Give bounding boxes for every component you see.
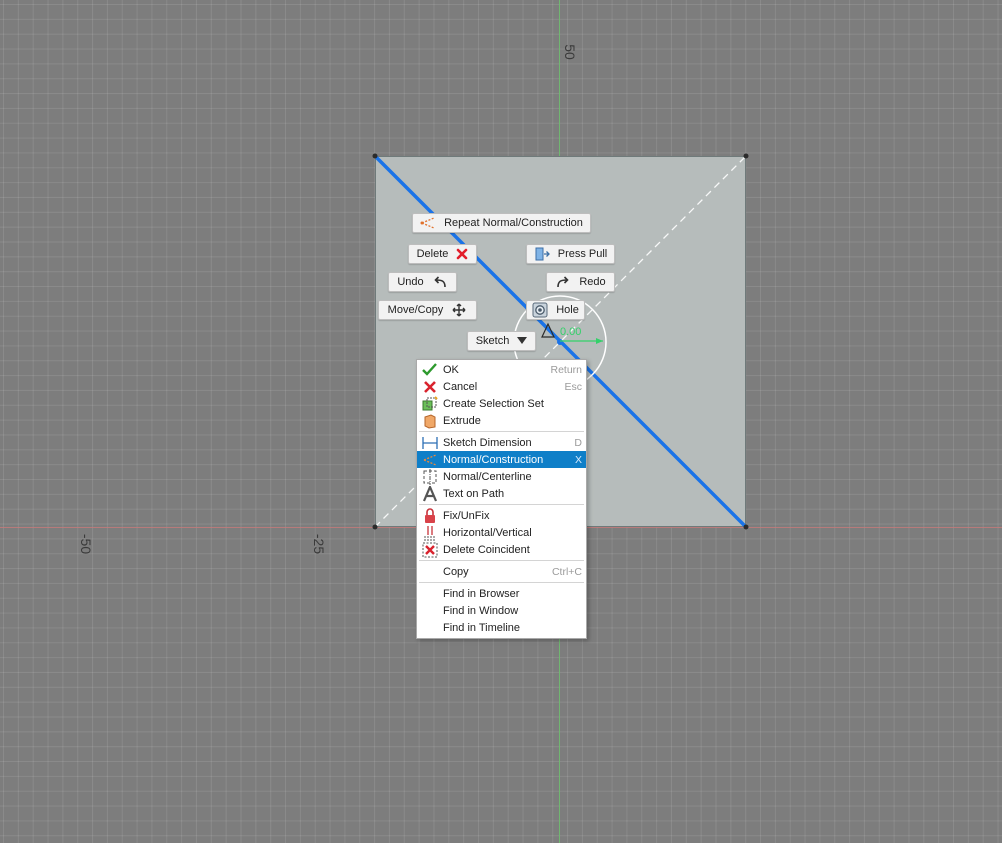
lock-icon	[421, 507, 438, 524]
selection-set-icon	[421, 395, 438, 412]
menu-item-label: Sketch Dimension	[443, 436, 532, 449]
redo-button[interactable]: Redo	[546, 272, 615, 292]
delete-x-icon	[456, 246, 468, 262]
press-pull-button[interactable]: Press Pull	[526, 244, 615, 264]
extrude-icon	[421, 412, 438, 429]
press-pull-icon	[534, 246, 550, 262]
undo-label: Undo	[397, 276, 424, 288]
menu-item-create-selection-set[interactable]: Create Selection Set	[417, 395, 586, 412]
checkmark-icon	[421, 361, 438, 378]
menu-item-label: Find in Timeline	[443, 621, 521, 634]
menu-item-cancel[interactable]: Cancel Esc	[417, 378, 586, 395]
menu-item-label: Normal/Construction	[443, 453, 544, 466]
context-menu: OK Return Cancel Esc Create Selection Se…	[416, 359, 587, 639]
sketch-dimension-icon	[421, 434, 438, 451]
horizontal-vertical-icon	[421, 524, 438, 541]
menu-item-ok[interactable]: OK Return	[417, 361, 586, 378]
menu-item-shortcut: Esc	[564, 380, 582, 393]
menu-separator	[419, 504, 584, 505]
menu-item-label: Text on Path	[443, 487, 505, 500]
repeat-label: Repeat Normal/Construction	[444, 217, 583, 229]
menu-separator	[419, 431, 584, 432]
move-copy-button[interactable]: Move/Copy	[378, 300, 477, 320]
sketch-label: Sketch	[475, 335, 510, 347]
menu-item-label: Fix/UnFix	[443, 509, 490, 522]
redo-label: Redo	[579, 276, 606, 288]
menu-separator	[419, 560, 584, 561]
menu-item-label: Extrude	[443, 414, 481, 427]
axis-label-50: 50	[561, 44, 578, 60]
menu-separator	[419, 582, 584, 583]
menu-item-normal-construction[interactable]: Normal/Construction X	[417, 451, 586, 468]
menu-item-label: Delete Coincident	[443, 543, 530, 556]
menu-item-label: Copy	[443, 565, 469, 578]
axis-label-minus-25: -25	[311, 533, 328, 555]
menu-item-shortcut: Ctrl+C	[551, 565, 582, 578]
hole-label: Hole	[556, 304, 579, 316]
menu-item-copy[interactable]: Copy Ctrl+C	[417, 563, 586, 580]
redo-arrow-icon	[555, 274, 571, 290]
menu-item-find-in-browser[interactable]: Find in Browser	[417, 585, 586, 602]
menu-item-find-in-window[interactable]: Find in Window	[417, 602, 586, 619]
hole-button[interactable]: Hole	[526, 300, 585, 320]
move-arrows-icon	[451, 302, 467, 318]
menu-item-label: Find in Window	[443, 604, 519, 617]
menu-item-fix-unfix[interactable]: Fix/UnFix	[417, 507, 586, 524]
axis-label-minus-50: -50	[78, 533, 95, 555]
sketch-dropdown-button[interactable]: Sketch	[467, 331, 536, 351]
menu-item-label: OK	[443, 363, 459, 376]
move-copy-label: Move/Copy	[387, 304, 444, 316]
repeat-normal-construction-button[interactable]: Repeat Normal/Construction	[412, 213, 591, 233]
press-pull-label: Press Pull	[557, 248, 608, 260]
undo-arrow-icon	[432, 274, 448, 290]
delete-coincident-icon	[421, 541, 438, 558]
menu-item-label: Create Selection Set	[443, 397, 544, 410]
construction-line-icon	[421, 451, 438, 468]
menu-item-shortcut: D	[574, 436, 582, 449]
centerline-icon	[421, 468, 438, 485]
menu-item-delete-coincident[interactable]: Delete Coincident	[417, 541, 586, 558]
delete-button[interactable]: Delete	[408, 244, 477, 264]
menu-item-text-on-path[interactable]: Text on Path	[417, 485, 586, 502]
menu-item-label: Horizontal/Vertical	[443, 526, 532, 539]
menu-item-horizontal-vertical[interactable]: Horizontal/Vertical	[417, 524, 586, 541]
menu-item-label: Find in Browser	[443, 587, 520, 600]
menu-item-find-in-timeline[interactable]: Find in Timeline	[417, 619, 586, 636]
delete-label: Delete	[416, 248, 449, 260]
construction-line-icon	[420, 215, 436, 231]
text-on-path-icon	[421, 485, 438, 502]
menu-item-normal-centerline[interactable]: Normal/Centerline	[417, 468, 586, 485]
undo-button[interactable]: Undo	[388, 272, 457, 292]
dropdown-triangle-icon	[517, 333, 528, 349]
menu-item-label: Cancel	[443, 380, 478, 393]
hole-icon	[532, 302, 548, 318]
cancel-x-icon	[421, 378, 438, 395]
menu-item-shortcut: Return	[550, 363, 582, 376]
menu-item-label: Normal/Centerline	[443, 470, 532, 483]
menu-item-sketch-dimension[interactable]: Sketch Dimension D	[417, 434, 586, 451]
menu-item-extrude[interactable]: Extrude	[417, 412, 586, 429]
menu-item-shortcut: X	[574, 453, 582, 466]
